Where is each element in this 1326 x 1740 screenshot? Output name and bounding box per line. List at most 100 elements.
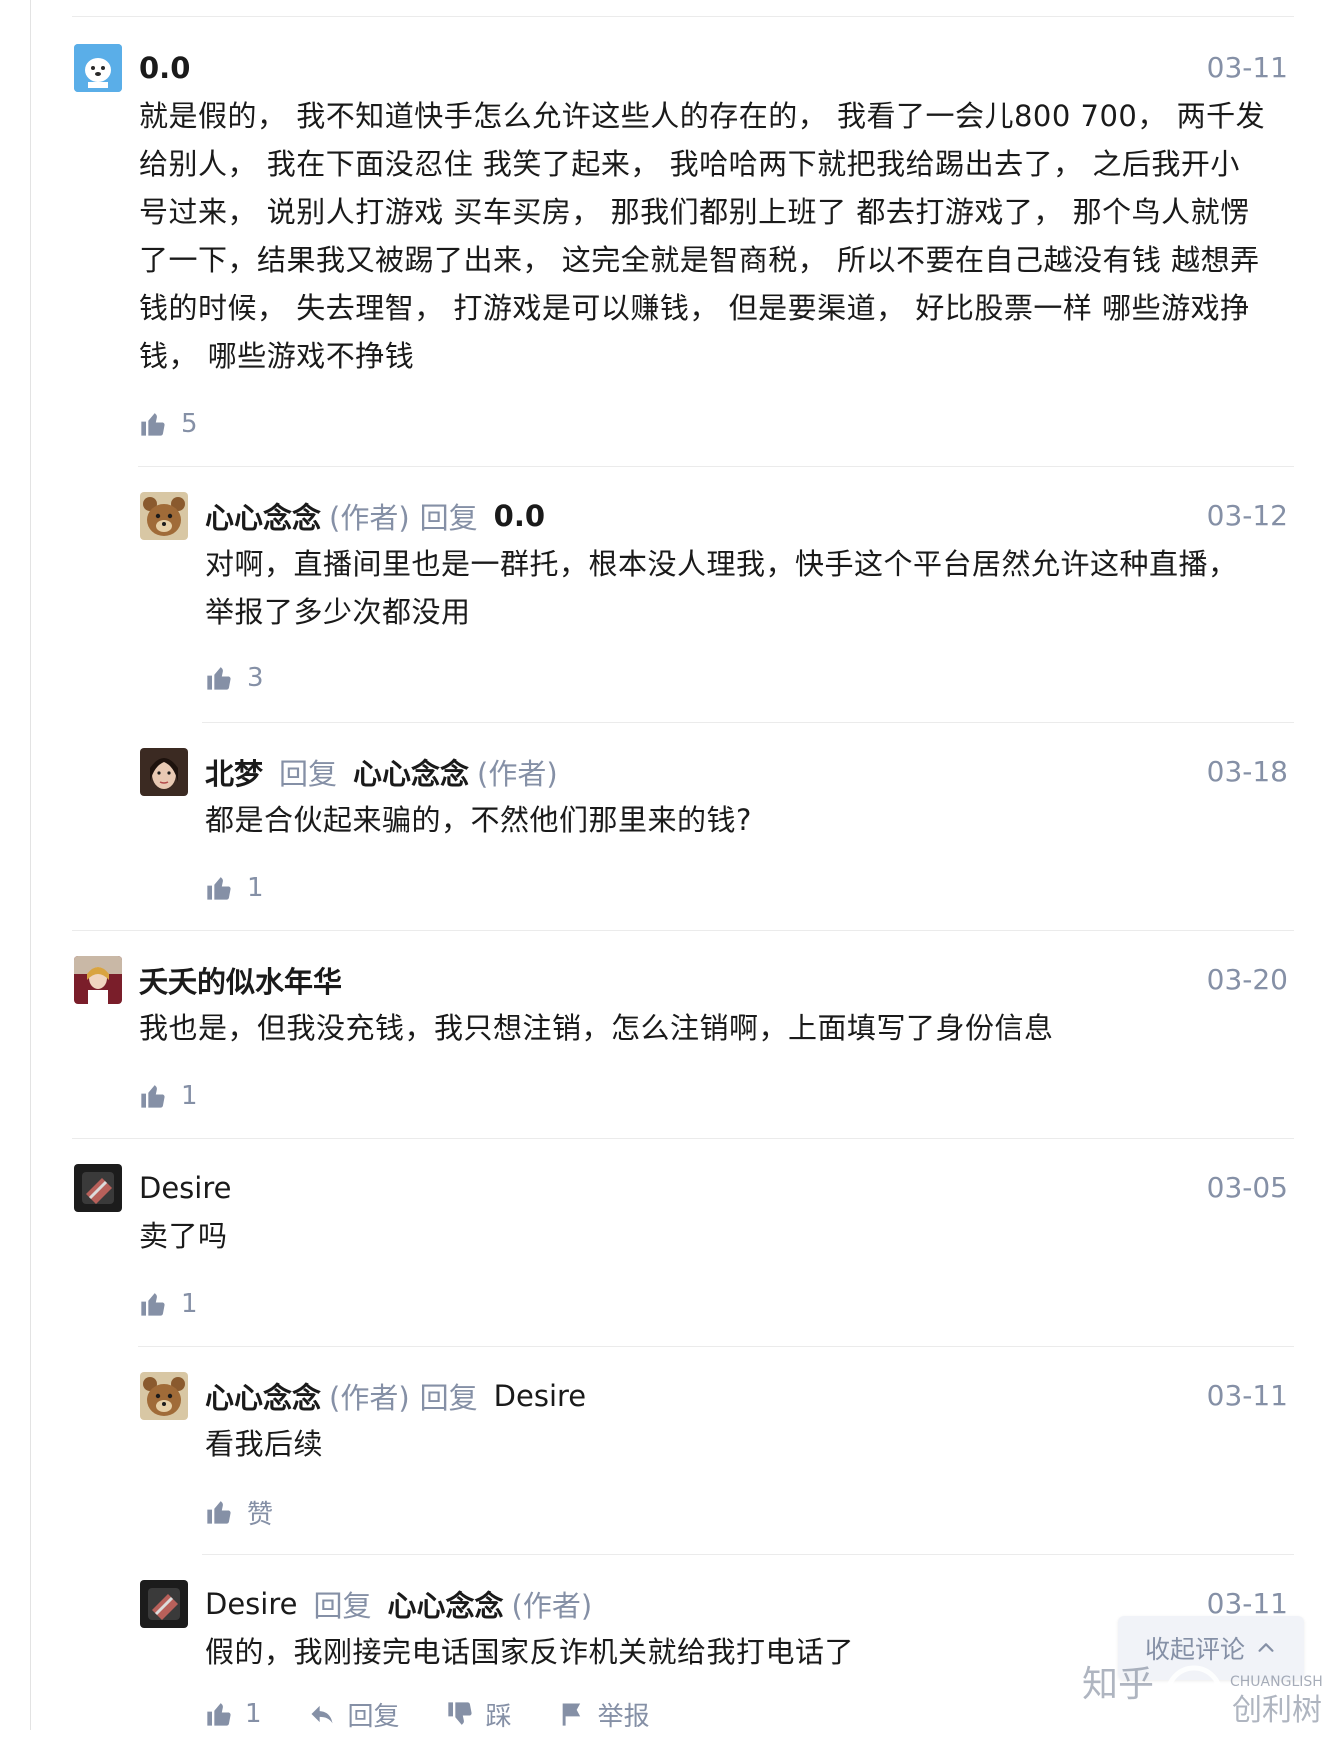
reply-target-name[interactable]: 0.0 <box>494 499 545 533</box>
reply-label: 回复 <box>313 1589 372 1623</box>
reply-label: 回复 <box>347 1701 400 1732</box>
like-count: 1 <box>181 1081 198 1111</box>
author-name[interactable]: 0.0 <box>139 51 190 85</box>
author-tag: (作者) <box>329 1381 410 1415</box>
left-border <box>30 0 31 1730</box>
report-button[interactable]: 举报 <box>558 1696 650 1733</box>
reply-target-name[interactable]: 心心念念 <box>387 1583 503 1625</box>
avatar[interactable] <box>140 492 188 540</box>
dislike-label: 踩 <box>485 1701 512 1732</box>
author-name[interactable]: 心心念念 <box>205 495 321 537</box>
comment-header: 夭夭的似水年华 <box>139 956 342 1004</box>
reply-target-name[interactable]: Desire <box>494 1379 586 1413</box>
reply-comment: 北梦 回复 心心念念 (作者) 03-18 都是合伙起来骗的，不然他们那里来的钱… <box>140 748 1294 908</box>
comment-text-line: 我也是，但我没充钱，我只想注销，怎么注销啊，上面填写了身份信息 <box>139 1011 1054 1045</box>
reply-arrow-icon <box>311 1705 333 1724</box>
author-name[interactable]: 夭夭的似水年华 <box>139 959 342 1001</box>
report-label: 举报 <box>597 1701 650 1732</box>
comment-text-line: 都是合伙起来骗的，不然他们那里来的钱? <box>205 803 752 837</box>
collapse-comments-button[interactable]: 收起评论 <box>1118 1616 1304 1680</box>
like-count: 3 <box>247 663 264 693</box>
author-name[interactable]: 心心念念 <box>205 1375 321 1417</box>
comment-text-line: 卖了吗 <box>139 1219 228 1253</box>
comment-text-line: 给别人， 我在下面没忍住 我笑了起来， 我哈哈两下就把我给踢出去了， 之后我开小 <box>139 147 1240 181</box>
avatar[interactable] <box>140 1580 188 1628</box>
avatar[interactable] <box>74 1164 122 1212</box>
thumbs-up-icon <box>139 1082 167 1110</box>
comment-header: 心心念念 (作者) 回复 Desire <box>205 1372 586 1420</box>
reply-comment: 心心念念 (作者) 回复 0.0 03-12 对啊，直播间里也是一群托，根本没人… <box>140 492 1295 693</box>
author-name[interactable]: 北梦 <box>205 751 263 793</box>
chevron-up-icon <box>1258 1643 1274 1652</box>
like-count: 1 <box>245 1699 262 1729</box>
comment-text-line: 对啊，直播间里也是一群托，根本没人理我，快手这个平台居然允许这种直播， <box>205 547 1238 581</box>
author-tag: (作者) <box>329 501 410 535</box>
like-button[interactable]: 1 <box>205 870 264 906</box>
author-tag: (作者) <box>477 757 558 791</box>
author-name[interactable]: Desire <box>139 1171 231 1205</box>
thumbs-up-icon <box>205 1498 233 1526</box>
comment-header: Desire 回复 心心念念 (作者) <box>205 1580 592 1628</box>
thumbs-up-icon <box>205 664 233 692</box>
author-tag: (作者) <box>511 1589 593 1623</box>
like-button[interactable]: 3 <box>205 660 264 696</box>
thumbs-down-icon <box>447 1702 472 1725</box>
comment-text: 看我后续 <box>205 1420 1295 1468</box>
like-count: 5 <box>181 409 198 439</box>
comment-text: 对啊，直播间里也是一群托，根本没人理我，快手这个平台居然允许这种直播， 举报了多… <box>205 540 1295 636</box>
reply-label: 回复 <box>419 1381 478 1415</box>
like-button[interactable]: 1 <box>205 1699 262 1729</box>
reply-button[interactable]: 回复 <box>308 1696 400 1733</box>
comment-date: 03-12 <box>1206 499 1288 532</box>
comment-text-line: 就是假的， 我不知道快手怎么允许这些人的存在的， 我看了一会儿800 700， … <box>139 99 1266 133</box>
collapse-label: 收起评论 <box>1144 1635 1245 1664</box>
comment: Desire 03-05 卖了吗 1 <box>74 1164 1294 1324</box>
flag-icon <box>562 1703 580 1726</box>
like-button[interactable]: 1 <box>139 1286 198 1322</box>
thumbs-up-icon <box>139 1290 167 1318</box>
comment-text-line: 号过来， 说别人打游戏 买车买房， 那我们都别上班了 都去打游戏了， 那个鸟人就… <box>139 195 1250 229</box>
avatar[interactable] <box>74 956 122 1004</box>
like-button[interactable]: 5 <box>139 406 198 442</box>
comment-text-line: 钱的时候， 失去理智， 打游戏是可以赚钱， 但是要渠道， 好比股票一样 哪些游戏… <box>139 291 1250 325</box>
reply-divider <box>138 1346 1294 1347</box>
comment-text-line: 钱， 哪些游戏不挣钱 <box>139 339 415 373</box>
like-count: 1 <box>181 1289 198 1319</box>
author-name[interactable]: Desire <box>205 1587 297 1621</box>
top-divider <box>72 16 1294 17</box>
dislike-button[interactable]: 踩 <box>446 1696 512 1733</box>
comment: 夭夭的似水年华 03-20 我也是，但我没充钱，我只想注销，怎么注销啊，上面填写… <box>74 956 1294 1116</box>
thumbs-up-icon <box>205 1700 233 1728</box>
comment-text: 我也是，但我没充钱，我只想注销，怎么注销啊，上面填写了身份信息 <box>139 1004 1299 1052</box>
comment-date: 03-11 <box>1206 1379 1288 1412</box>
avatar[interactable] <box>140 748 188 796</box>
comment-text-line: 看我后续 <box>205 1427 324 1461</box>
avatar[interactable] <box>140 1372 188 1420</box>
comment-date: 03-20 <box>1206 963 1288 996</box>
reply-divider <box>202 722 1294 723</box>
like-button[interactable]: 1 <box>139 1078 198 1114</box>
comment-text: 卖了吗 <box>139 1212 1299 1260</box>
comment-date: 03-18 <box>1206 755 1288 788</box>
comment-header: 心心念念 (作者) 回复 0.0 <box>205 492 545 540</box>
comment-date: 03-05 <box>1206 1171 1288 1204</box>
like-button[interactable]: 赞 <box>205 1494 273 1530</box>
comment-header: 北梦 回复 心心念念 (作者) <box>205 748 558 796</box>
comment-text: 就是假的， 我不知道快手怎么允许这些人的存在的， 我看了一会儿800 700， … <box>139 92 1299 380</box>
like-label: 赞 <box>247 1499 274 1530</box>
reply-target-name[interactable]: 心心念念 <box>353 751 469 793</box>
reply-label: 回复 <box>279 757 338 791</box>
comment-actions: 1 回复 踩 举报 <box>205 1696 696 1732</box>
comment-text-line: 举报了多少次都没用 <box>205 595 471 629</box>
thumbs-up-icon <box>205 874 233 902</box>
comment-text: 都是合伙起来骗的，不然他们那里来的钱? <box>205 796 1295 844</box>
comment: 0.0 03-11 就是假的， 我不知道快手怎么允许这些人的存在的， 我看了一会… <box>74 44 1294 444</box>
reply-label: 回复 <box>419 501 478 535</box>
comment-text-line: 了一下，结果我又被踢了出来， 这完全就是智商税， 所以不要在自己越没有钱 越想弄 <box>139 243 1260 277</box>
avatar[interactable] <box>74 44 122 92</box>
comment-divider <box>72 1138 1294 1139</box>
like-count: 1 <box>247 873 264 903</box>
comment-header: Desire <box>139 1164 231 1212</box>
reply-divider <box>138 466 1294 467</box>
comment-date: 03-11 <box>1206 51 1288 84</box>
